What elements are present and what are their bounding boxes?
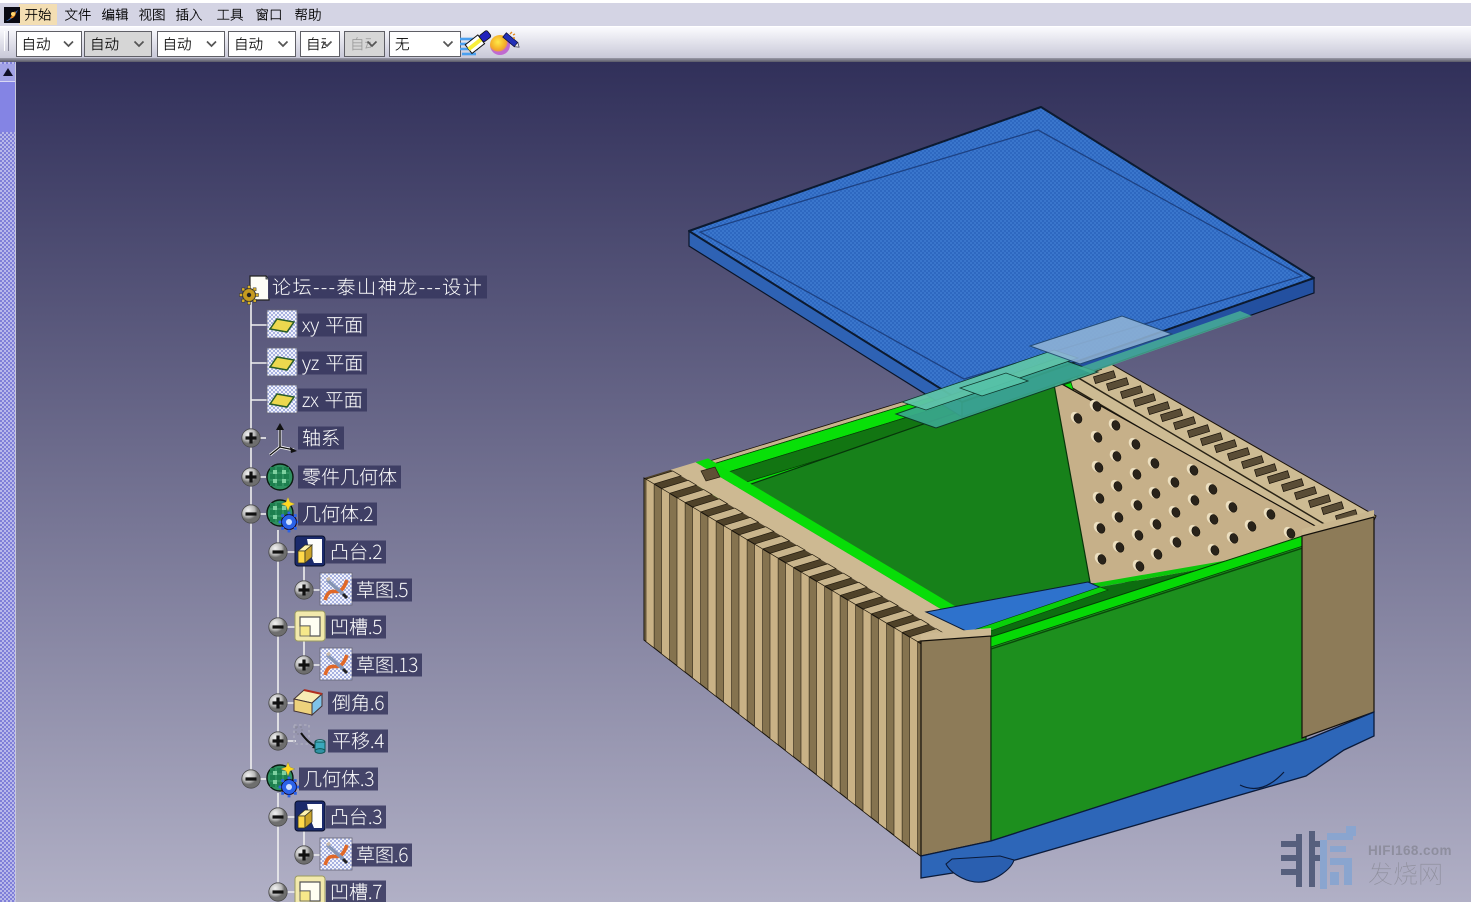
svg-text:HIFI168.com: HIFI168.com: [1368, 843, 1452, 858]
